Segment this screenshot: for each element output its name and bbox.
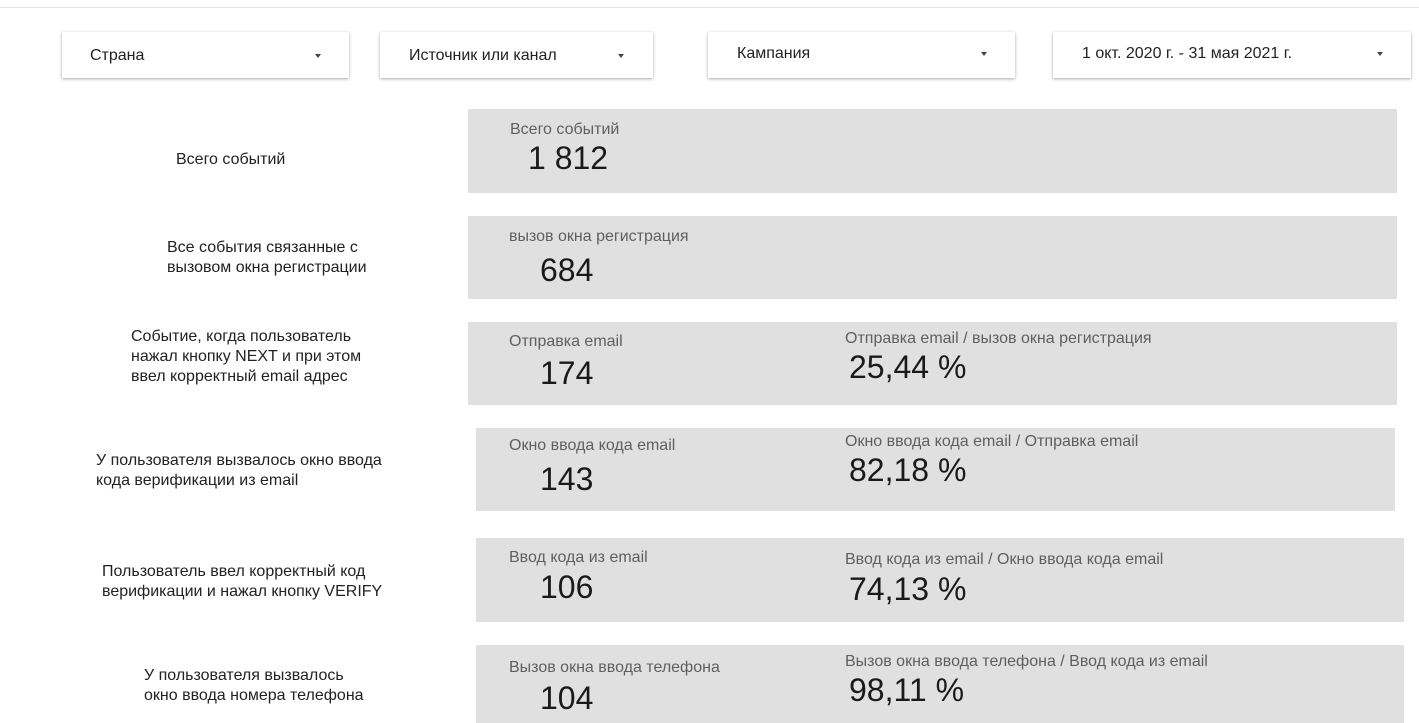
- metric-label: Всего событий: [510, 121, 620, 138]
- campaign-filter[interactable]: Кампания: [708, 32, 1015, 78]
- metric-card-email-send: Отправка email 174 Отправка email / вызо…: [468, 322, 1397, 405]
- metric-label: Ввод кода из email: [509, 549, 648, 566]
- ratio-value: 82,18 %: [849, 452, 967, 488]
- metric-label: вызов окна регистрация: [509, 228, 689, 245]
- country-filter-label: Страна: [90, 47, 145, 64]
- metric-card-total-events: Всего событий 1 812: [468, 109, 1397, 193]
- source-filter[interactable]: Источник или канал: [380, 32, 653, 78]
- ratio-label: Отправка email / вызов окна регистрация: [845, 330, 1152, 347]
- metric: Отправка email 174: [509, 332, 623, 391]
- metric-card-email-code-input: Ввод кода из email 106 Ввод кода из emai…: [476, 538, 1404, 622]
- metric-value: 106: [540, 569, 594, 605]
- date-range-filter-label: 1 окт. 2020 г. - 31 мая 2021 г.: [1082, 45, 1293, 62]
- metric: Окно ввода кода email 143: [509, 436, 675, 497]
- metric-value: 104: [540, 680, 594, 716]
- metric: Вызов окна ввода телефона 104: [509, 658, 720, 716]
- metric-label: Окно ввода кода email: [509, 437, 676, 454]
- row-description: У пользователя вызвалось окно ввода кода…: [96, 452, 382, 489]
- chevron-down-icon: [315, 54, 321, 58]
- date-range-filter[interactable]: 1 окт. 2020 г. - 31 мая 2021 г.: [1053, 32, 1411, 78]
- metric-label: Вызов окна ввода телефона: [509, 659, 720, 676]
- metric-value: 174: [540, 355, 594, 391]
- country-filter[interactable]: Страна: [62, 32, 349, 78]
- metric-value: 1 812: [528, 140, 609, 176]
- metric-card-phone-window: Вызов окна ввода телефона 104 Вызов окна…: [476, 645, 1404, 723]
- ratio-value: 25,44 %: [849, 349, 967, 385]
- ratio-metric: Окно ввода кода email / Отправка email 8…: [845, 432, 1138, 488]
- row-description: Всего событий: [176, 151, 286, 168]
- ratio-value: 74,13 %: [849, 571, 967, 607]
- metric-value: 684: [540, 252, 594, 288]
- row-description: Все события связанные с вызовом окна рег…: [167, 239, 367, 276]
- campaign-filter-label: Кампания: [737, 45, 811, 62]
- ratio-metric: Отправка email / вызов окна регистрация …: [845, 329, 1152, 385]
- ratio-label: Вызов окна ввода телефона / Ввод кода из…: [845, 653, 1208, 670]
- row-description: Событие, когда пользователь нажал кнопку…: [131, 328, 362, 385]
- metric-card-email-code-window: Окно ввода кода email 143 Окно ввода код…: [476, 428, 1395, 511]
- row-description: У пользователя вызвалось окно ввода номе…: [144, 667, 364, 704]
- ratio-label: Окно ввода кода email / Отправка email: [845, 433, 1139, 450]
- row-description: Пользователь ввел корректный код верифик…: [102, 563, 383, 600]
- chevron-down-icon: [1377, 52, 1383, 56]
- source-filter-label: Источник или канал: [409, 47, 557, 64]
- top-border: [0, 0, 1419, 8]
- ratio-metric: Ввод кода из email / Окно ввода кода ema…: [845, 550, 1163, 607]
- chevron-down-icon: [981, 52, 987, 56]
- ratio-metric: Вызов окна ввода телефона / Ввод кода из…: [845, 652, 1208, 708]
- metric-value: 143: [540, 461, 594, 497]
- chevron-down-icon: [618, 54, 624, 58]
- ratio-value: 98,11 %: [849, 672, 965, 708]
- metric-card-registration-window: вызов окна регистрация 684: [468, 216, 1397, 299]
- metric-label: Отправка email: [509, 333, 623, 350]
- dashboard-page: Страна Источник или канал Кампания 1 окт…: [0, 0, 1419, 723]
- metric: вызов окна регистрация 684: [509, 227, 689, 288]
- ratio-label: Ввод кода из email / Окно ввода кода ema…: [845, 551, 1164, 568]
- metric: Всего событий 1 812: [510, 120, 619, 176]
- metric: Ввод кода из email 106: [509, 548, 648, 605]
